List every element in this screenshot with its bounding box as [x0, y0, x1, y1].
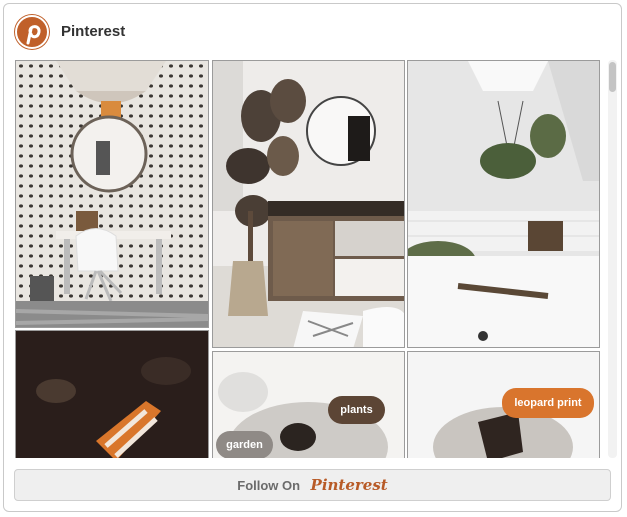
pin-plants-garden[interactable]: plants garden: [212, 351, 405, 458]
pin-leopard-print[interactable]: leopard print: [407, 351, 600, 458]
pin-image: [16, 331, 208, 458]
pin-bathroom-plants[interactable]: [407, 60, 600, 348]
follow-label: Follow On: [237, 478, 301, 493]
pinterest-logo-icon[interactable]: [14, 14, 50, 50]
pin-image: [213, 61, 404, 347]
pin-grid: plants garden leopard print: [15, 60, 603, 458]
pin-image: [16, 61, 208, 327]
follow-on-pinterest-button[interactable]: Follow On Pinterest: [14, 469, 611, 501]
pin-image: [408, 61, 599, 347]
scrollbar-thumb[interactable]: [609, 62, 616, 92]
tag-plants[interactable]: plants: [328, 396, 385, 424]
brand-name[interactable]: Pinterest: [61, 23, 125, 40]
tag-leopard-print[interactable]: leopard print: [502, 388, 594, 418]
pinterest-wordmark: Pinterest: [310, 476, 388, 494]
tag-garden[interactable]: garden: [216, 431, 273, 458]
pin-dark-textile[interactable]: [15, 330, 209, 458]
pin-grid-scrollbar[interactable]: [608, 60, 617, 458]
widget-header: Pinterest: [4, 4, 621, 60]
pin-wallpaper-desk[interactable]: [15, 60, 209, 328]
pinterest-widget: Pinterest plants garden leopard print Fo…: [3, 3, 622, 512]
pin-sideboard-fiddle-leaf[interactable]: [212, 60, 405, 348]
